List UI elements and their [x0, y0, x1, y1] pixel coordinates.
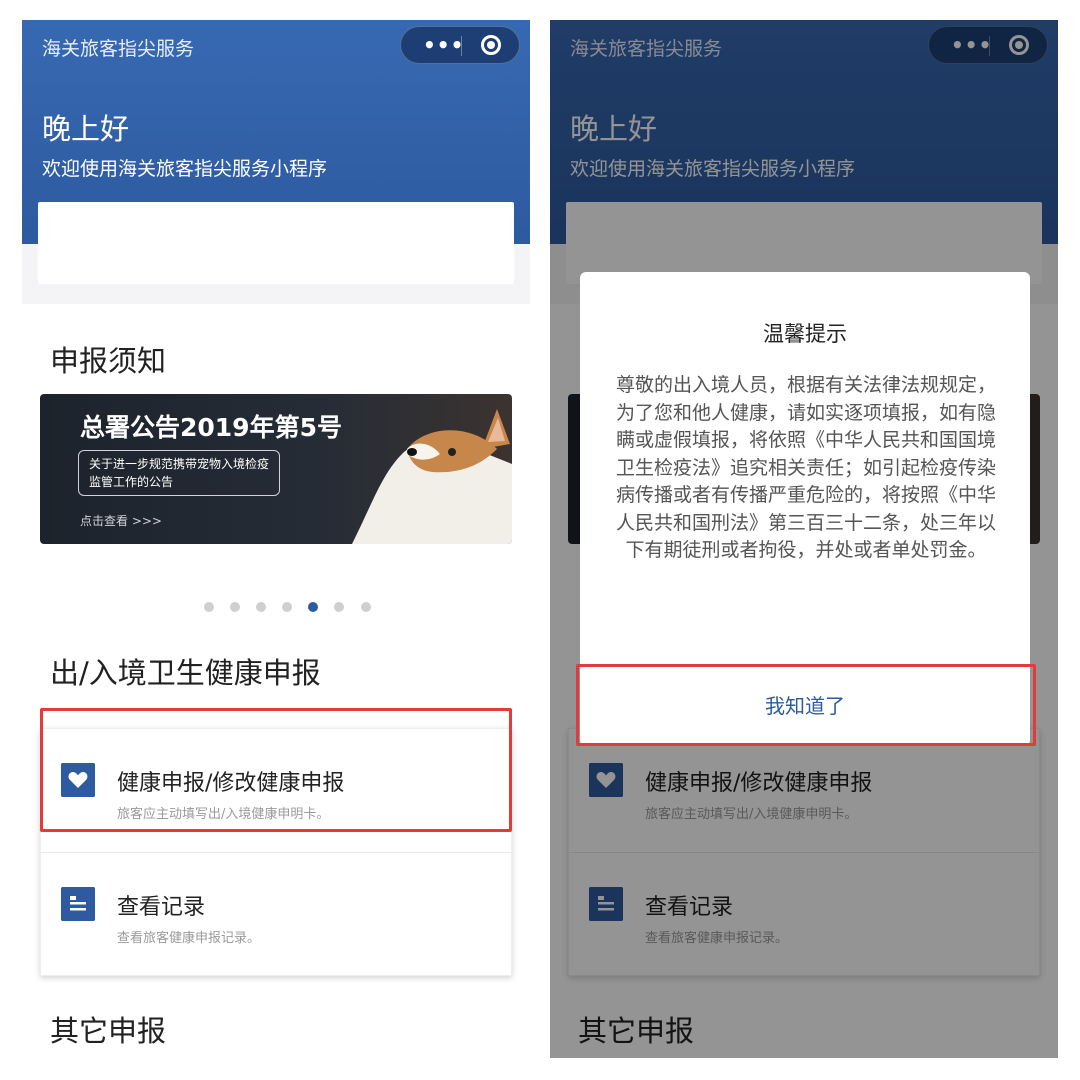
- greeting: 晚上好: [42, 112, 130, 146]
- carousel-dot[interactable]: [334, 602, 345, 612]
- more-icon[interactable]: •••: [423, 33, 464, 57]
- carousel-dot[interactable]: [256, 602, 267, 612]
- main-content: 申报须知 总署公告2019年第5号 关于进一步规范携带宠物入境检疫监管工作的公告…: [22, 304, 530, 1058]
- phone-screen-left: 海关旅客指尖服务 ••• 晚上好 欢迎使用海关旅客指尖服务小程序 申报须知 总署…: [22, 20, 530, 1058]
- notice-section-title: 申报须知: [50, 344, 167, 378]
- item-title: 查看记录: [117, 895, 206, 920]
- phone-screen-right: 海关旅客指尖服务 ••• 晚上好 欢迎使用海关旅客指尖服务小程序 申报须知 出/…: [550, 20, 1058, 1058]
- item-desc: 查看旅客健康申报记录。: [117, 931, 261, 946]
- dog-image: [352, 409, 512, 544]
- view-records-item[interactable]: 查看记录 查看旅客健康申报记录。: [41, 853, 511, 977]
- health-section-title: 出/入境卫生健康申报: [50, 656, 321, 690]
- announcement-banner[interactable]: 总署公告2019年第5号 关于进一步规范携带宠物入境检疫监管工作的公告 点击查看…: [40, 394, 512, 544]
- highlight-box: [576, 664, 1036, 746]
- carousel-dots: [204, 602, 382, 614]
- banner-subtitle: 关于进一步规范携带宠物入境检疫监管工作的公告: [78, 450, 280, 496]
- carousel-dot[interactable]: [360, 602, 371, 612]
- carousel-dot[interactable]: [282, 602, 293, 612]
- highlight-box: [40, 708, 512, 832]
- carousel-dot[interactable]: [230, 602, 241, 612]
- dialog-body: 尊敬的出入境人员，根据有关法律法规规定，为了您和他人健康，请如实逐项填报，如有隐…: [616, 374, 997, 561]
- banner-title: 总署公告2019年第5号: [80, 413, 342, 442]
- capsule-divider: [461, 36, 462, 56]
- welcome-text: 欢迎使用海关旅客指尖服务小程序: [42, 158, 328, 180]
- carousel-dot-active[interactable]: [308, 602, 319, 612]
- banner-link[interactable]: 点击查看 >>>: [80, 512, 162, 529]
- nav-title: 海关旅客指尖服务: [42, 38, 195, 60]
- close-target-icon[interactable]: [481, 35, 501, 55]
- dialog-title: 温馨提示: [763, 322, 847, 346]
- other-section-title: 其它申报: [50, 1014, 167, 1048]
- info-card: [38, 202, 514, 284]
- miniprogram-capsule: •••: [400, 26, 520, 64]
- carousel-dot[interactable]: [204, 602, 214, 612]
- record-icon: [61, 887, 95, 921]
